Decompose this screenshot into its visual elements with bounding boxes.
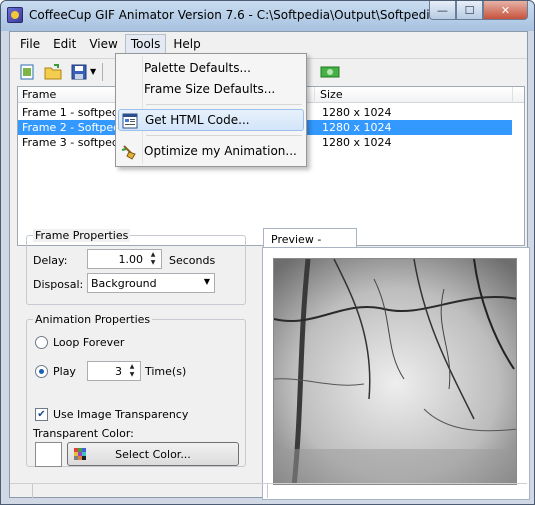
preview-image bbox=[273, 258, 517, 485]
frame-name: Frame 1 - softpedia bbox=[22, 106, 129, 119]
maximize-button[interactable]: ☐ bbox=[456, 1, 483, 20]
menu-separator bbox=[146, 135, 302, 136]
save-icon[interactable] bbox=[68, 61, 90, 83]
frame-name: Frame 3 - softpedia bbox=[22, 136, 129, 149]
disposal-label: Disposal: bbox=[33, 278, 84, 291]
menu-item-label: Palette Defaults... bbox=[144, 61, 251, 75]
play-label[interactable]: Play bbox=[53, 365, 76, 378]
open-folder-icon[interactable] bbox=[42, 61, 64, 83]
column-divider[interactable] bbox=[512, 87, 513, 103]
animation-properties-group: Animation Properties Loop Forever Play 3… bbox=[26, 313, 246, 467]
select-color-button[interactable]: Select Color... bbox=[67, 442, 239, 466]
menu-item-label: Optimize my Animation... bbox=[144, 144, 297, 158]
menu-get-html-code[interactable]: Get HTML Code... bbox=[118, 109, 304, 131]
group-title: Animation Properties bbox=[33, 313, 153, 326]
tools-menu: Palette Defaults... Frame Size Defaults.… bbox=[115, 53, 307, 167]
frame-size: 1280 x 1024 bbox=[322, 136, 392, 149]
column-size[interactable]: Size bbox=[320, 88, 343, 101]
transparent-color-label: Transparent Color: bbox=[33, 427, 134, 440]
status-separator bbox=[267, 484, 268, 498]
title-bar[interactable]: CoffeeCup GIF Animator Version 7.6 - C:\… bbox=[1, 1, 534, 31]
select-color-label: Select Color... bbox=[115, 447, 191, 461]
menu-view[interactable]: View bbox=[83, 34, 123, 54]
menu-frame-size-defaults[interactable]: Frame Size Defaults... bbox=[118, 79, 304, 101]
status-bar bbox=[10, 483, 527, 498]
disposal-value: Background bbox=[91, 277, 157, 290]
group-title: Frame Properties bbox=[33, 229, 131, 242]
transparency-checkbox[interactable]: ✔ bbox=[35, 408, 48, 421]
column-frame[interactable]: Frame bbox=[22, 88, 56, 101]
window-title: CoffeeCup GIF Animator Version 7.6 - C:\… bbox=[29, 8, 468, 22]
toolbar-separator bbox=[102, 62, 104, 81]
spinner-arrows-icon[interactable]: ▲ ▼ bbox=[125, 363, 139, 379]
chevron-down-icon: ▼ bbox=[203, 277, 210, 286]
close-button[interactable]: ✕ bbox=[483, 1, 528, 20]
window-controls: — ☐ ✕ bbox=[429, 1, 528, 20]
spinner-arrows-icon[interactable]: ▲ ▼ bbox=[146, 251, 160, 267]
play-times-spinner[interactable]: 3 ▲ ▼ bbox=[87, 361, 141, 381]
broom-icon bbox=[121, 145, 136, 160]
new-file-icon[interactable] bbox=[16, 61, 38, 83]
menu-item-label: Get HTML Code... bbox=[145, 113, 250, 127]
html-code-icon bbox=[122, 113, 138, 129]
frame-properties-group: Frame Properties Delay: 1.00 ▲ ▼ Seconds … bbox=[26, 229, 246, 305]
column-divider[interactable] bbox=[314, 87, 315, 103]
menu-edit[interactable]: Edit bbox=[47, 34, 82, 54]
color-grid-icon bbox=[74, 448, 86, 460]
loop-forever-radio[interactable] bbox=[35, 336, 48, 349]
times-label: Time(s) bbox=[145, 365, 187, 378]
transparency-label[interactable]: Use Image Transparency bbox=[53, 408, 188, 421]
menu-palette-defaults[interactable]: Palette Defaults... bbox=[118, 58, 304, 80]
loop-forever-label[interactable]: Loop Forever bbox=[53, 336, 124, 349]
delay-label: Delay: bbox=[33, 254, 68, 267]
play-radio[interactable] bbox=[35, 365, 48, 378]
frame-size: 1280 x 1024 bbox=[322, 121, 392, 134]
menu-tools[interactable]: Tools bbox=[124, 34, 167, 54]
money-icon[interactable] bbox=[319, 61, 341, 83]
status-separator bbox=[32, 484, 33, 498]
app-icon bbox=[7, 7, 23, 23]
menu-separator bbox=[146, 104, 302, 105]
frame-size: 1280 x 1024 bbox=[322, 106, 392, 119]
frame-name: Frame 2 - Softpedia bbox=[22, 121, 130, 134]
transparent-color-swatch bbox=[35, 442, 62, 467]
minimize-button[interactable]: — bbox=[429, 1, 456, 20]
save-dropdown-icon[interactable]: ▼ bbox=[90, 67, 96, 76]
menu-item-label: Frame Size Defaults... bbox=[144, 82, 276, 96]
tab-preview[interactable]: Preview - Frame 2 bbox=[263, 228, 357, 259]
menu-help[interactable]: Help bbox=[167, 34, 206, 54]
delay-value: 1.00 bbox=[118, 253, 144, 266]
menu-file[interactable]: File bbox=[14, 34, 46, 54]
app-window: CoffeeCup GIF Animator Version 7.6 - C:\… bbox=[0, 0, 535, 505]
delay-unit-label: Seconds bbox=[169, 254, 216, 267]
preview-panel bbox=[262, 247, 530, 500]
play-times-value: 3 bbox=[115, 365, 122, 378]
delay-spinner[interactable]: 1.00 ▲ ▼ bbox=[87, 249, 162, 269]
disposal-select[interactable]: Background ▼ bbox=[87, 273, 215, 293]
menu-optimize-animation[interactable]: Optimize my Animation... bbox=[118, 141, 304, 163]
